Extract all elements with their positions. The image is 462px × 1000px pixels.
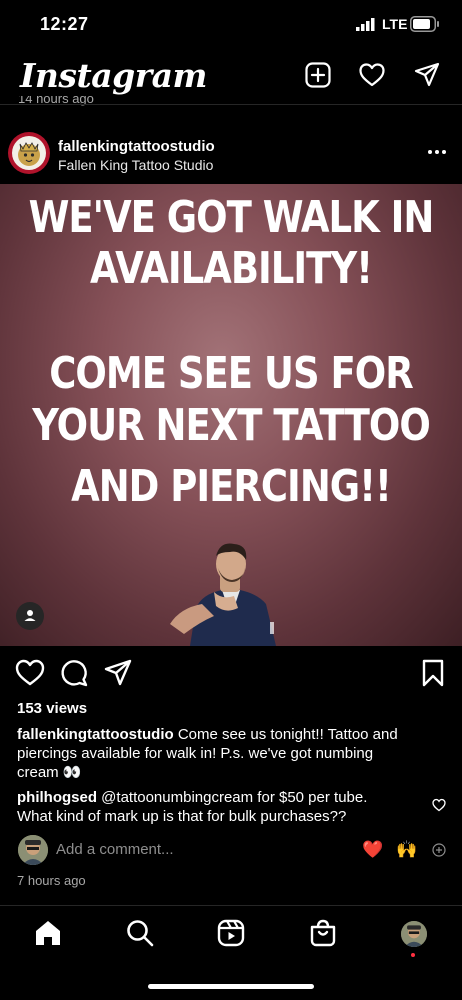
- new-post-icon[interactable]: [305, 62, 331, 88]
- reels-icon[interactable]: [216, 918, 246, 948]
- post-username[interactable]: fallenkingtattoostudio: [58, 138, 215, 155]
- avatar-photo: [18, 835, 48, 865]
- comment-username[interactable]: philhogsed: [17, 789, 97, 806]
- caption-username[interactable]: fallenkingtattoostudio: [17, 726, 174, 743]
- post-timestamp: 7 hours ago: [17, 873, 86, 888]
- post-image-text-line: AVAILABILITY!: [89, 243, 373, 294]
- caption-line: fallenkingtattoostudio Come see us tonig…: [17, 725, 437, 744]
- caption-text: Come see us tonight!! Tattoo and: [177, 726, 398, 743]
- post-image-text-line: WE'VE GOT WALK IN: [28, 192, 435, 243]
- heart-icon[interactable]: [359, 62, 385, 88]
- avatar-photo: [401, 921, 427, 947]
- caption-line: cream 👀: [17, 764, 82, 781]
- post-image-text-line: COME SEE US FOR: [49, 348, 413, 399]
- my-avatar[interactable]: [18, 835, 48, 865]
- comment-icon[interactable]: [59, 658, 89, 688]
- search-icon[interactable]: [125, 918, 155, 948]
- direct-message-icon[interactable]: [414, 62, 440, 88]
- quick-reaction-raised-hands[interactable]: 🙌: [396, 840, 417, 860]
- instagram-logo[interactable]: Instagram: [20, 56, 207, 95]
- lion-logo-icon: [18, 142, 40, 166]
- home-indicator[interactable]: [148, 984, 314, 989]
- quick-reaction-heart[interactable]: ❤️: [362, 840, 383, 860]
- view-count[interactable]: 153 views: [17, 700, 87, 717]
- comment-line: What kind of mark up is that for bulk pu…: [17, 808, 347, 825]
- comment-like-icon[interactable]: [432, 798, 446, 812]
- save-bookmark-icon[interactable]: [418, 658, 448, 688]
- person-figure-image: [170, 543, 276, 646]
- profile-avatar[interactable]: [401, 921, 427, 947]
- post-image-text-line: AND PIERCING!!: [71, 461, 392, 512]
- caption-line: piercings available for walk in! P.s. we…: [17, 745, 374, 762]
- like-icon[interactable]: [15, 658, 45, 688]
- post-author-avatar[interactable]: [12, 136, 46, 170]
- signal-icon: [356, 18, 375, 31]
- home-icon[interactable]: [33, 918, 63, 948]
- tagged-people-button[interactable]: [16, 602, 44, 630]
- comment-line: philhogsed @tattoonumbingcream for $50 p…: [17, 788, 437, 807]
- notification-dot: [411, 953, 415, 957]
- add-reaction-icon[interactable]: [432, 843, 446, 857]
- add-comment-input[interactable]: Add a comment...: [56, 841, 174, 858]
- person-icon: [24, 610, 36, 621]
- post-image-text-line: YOUR NEXT TATTOO: [32, 400, 431, 451]
- post-full-name[interactable]: Fallen King Tattoo Studio: [58, 157, 213, 173]
- share-icon[interactable]: [103, 658, 133, 688]
- post-image[interactable]: WE'VE GOT WALK IN AVAILABILITY! COME SEE…: [0, 184, 462, 646]
- comment-text: @tattoonumbingcream for $50 per tube.: [101, 789, 368, 806]
- more-options-icon[interactable]: [424, 142, 450, 162]
- status-time: 12:27: [40, 14, 89, 34]
- shop-icon[interactable]: [308, 918, 338, 948]
- bottom-nav-divider: [0, 905, 462, 906]
- header-divider: [0, 104, 462, 105]
- network-label: LTE: [382, 16, 408, 32]
- battery-icon: [410, 16, 439, 32]
